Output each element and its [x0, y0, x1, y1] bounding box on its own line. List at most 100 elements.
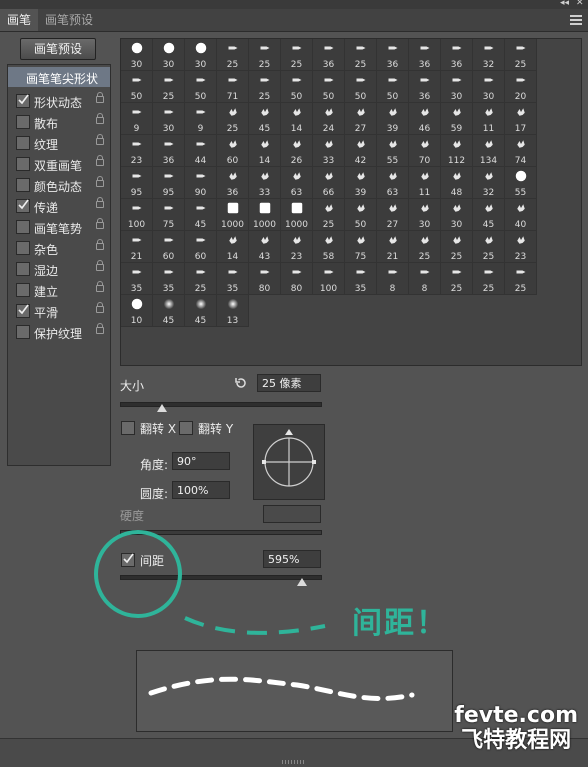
- brush-tip-cell[interactable]: 25: [505, 39, 537, 71]
- brush-tip-cell[interactable]: 45: [153, 295, 185, 327]
- brush-tip-cell[interactable]: 30: [185, 39, 217, 71]
- brush-tip-cell[interactable]: 74: [505, 135, 537, 167]
- sidebar-item-checkbox[interactable]: [16, 241, 30, 255]
- brush-tip-cell[interactable]: 46: [409, 103, 441, 135]
- brush-tip-cell[interactable]: 45: [473, 199, 505, 231]
- brush-tip-cell[interactable]: 80: [281, 263, 313, 295]
- sidebar-item-checkbox[interactable]: [16, 283, 30, 297]
- brush-tip-cell[interactable]: 32: [473, 167, 505, 199]
- brush-tip-cell[interactable]: 21: [377, 231, 409, 263]
- brush-tip-cell[interactable]: 25: [217, 103, 249, 135]
- brush-tip-cell[interactable]: 11: [409, 167, 441, 199]
- brush-tip-cell[interactable]: 63: [377, 167, 409, 199]
- brush-tip-cell[interactable]: 25: [473, 263, 505, 295]
- brush-tip-cell[interactable]: 25: [185, 263, 217, 295]
- size-slider-thumb[interactable]: [157, 404, 167, 412]
- brush-tip-cell[interactable]: 60: [185, 231, 217, 263]
- brush-tip-cell[interactable]: 45: [185, 199, 217, 231]
- brush-tip-cell[interactable]: 59: [441, 103, 473, 135]
- brush-tip-cell[interactable]: 13: [217, 295, 249, 327]
- tab-brush[interactable]: 画笔: [0, 9, 39, 31]
- resize-grip[interactable]: [282, 760, 306, 764]
- brush-tip-cell[interactable]: 14: [217, 231, 249, 263]
- brush-tip-cell[interactable]: 48: [441, 167, 473, 199]
- brush-tip-cell[interactable]: 60: [153, 231, 185, 263]
- lock-icon[interactable]: [96, 176, 104, 187]
- brush-tip-cell[interactable]: 39: [345, 167, 377, 199]
- brush-tip-cell[interactable]: 40: [505, 199, 537, 231]
- brush-tip-cell[interactable]: 25: [153, 71, 185, 103]
- brush-tip-cell[interactable]: 23: [281, 231, 313, 263]
- hardness-input[interactable]: [263, 505, 321, 523]
- brush-tip-cell[interactable]: 25: [313, 199, 345, 231]
- lock-icon[interactable]: [96, 134, 104, 145]
- brush-tip-cell[interactable]: 44: [185, 135, 217, 167]
- brush-tip-cell[interactable]: 25: [249, 71, 281, 103]
- tab-brush-presets[interactable]: 画笔预设: [38, 9, 100, 31]
- brush-tip-cell[interactable]: 95: [121, 167, 153, 199]
- sidebar-item-brush-tip-shape[interactable]: 画笔笔尖形状: [8, 67, 110, 87]
- brush-tip-cell[interactable]: 45: [185, 295, 217, 327]
- brush-tip-cell[interactable]: 25: [281, 39, 313, 71]
- brush-tip-cell[interactable]: 21: [121, 231, 153, 263]
- sidebar-item[interactable]: 颜色动态: [8, 175, 110, 195]
- brush-tip-cell[interactable]: 30: [441, 199, 473, 231]
- lock-icon[interactable]: [96, 239, 104, 250]
- brush-tip-cell[interactable]: 71: [217, 71, 249, 103]
- brush-tip-cell[interactable]: 30: [153, 103, 185, 135]
- sidebar-item-checkbox[interactable]: [16, 304, 30, 318]
- brush-tip-cell[interactable]: 36: [313, 39, 345, 71]
- brush-tip-cell[interactable]: 60: [217, 135, 249, 167]
- panel-menu-icon[interactable]: [570, 15, 582, 25]
- close-icon[interactable]: ✕: [576, 0, 584, 8]
- brush-tip-cell[interactable]: 33: [249, 167, 281, 199]
- sidebar-item[interactable]: 建立: [8, 280, 110, 300]
- brush-tip-cell[interactable]: 1000: [249, 199, 281, 231]
- sidebar-item[interactable]: 双重画笔: [8, 154, 110, 174]
- brush-tip-cell[interactable]: 112: [441, 135, 473, 167]
- sidebar-item-checkbox[interactable]: [16, 115, 30, 129]
- sidebar-item[interactable]: 杂色: [8, 238, 110, 258]
- brush-tip-cell[interactable]: 35: [217, 263, 249, 295]
- brush-tip-cell[interactable]: 32: [473, 39, 505, 71]
- brush-tip-cell[interactable]: 9: [121, 103, 153, 135]
- brush-tip-cell[interactable]: 36: [153, 135, 185, 167]
- brush-tip-cell[interactable]: 23: [505, 231, 537, 263]
- brush-tip-cell[interactable]: 50: [185, 71, 217, 103]
- lock-icon[interactable]: [96, 92, 104, 103]
- sidebar-item-checkbox[interactable]: [16, 220, 30, 234]
- brush-tip-cell[interactable]: 50: [313, 71, 345, 103]
- brush-tip-cell[interactable]: 95: [153, 167, 185, 199]
- brush-tip-cell[interactable]: 50: [281, 71, 313, 103]
- brush-tip-cell[interactable]: 25: [441, 263, 473, 295]
- brush-tip-cell[interactable]: 27: [345, 103, 377, 135]
- brush-tip-cell[interactable]: 75: [345, 231, 377, 263]
- brush-tip-cell[interactable]: 27: [377, 199, 409, 231]
- brush-tip-cell[interactable]: 30: [473, 71, 505, 103]
- sidebar-item-checkbox[interactable]: [16, 157, 30, 171]
- angle-roundness-widget[interactable]: [253, 424, 325, 500]
- reset-size-icon[interactable]: [234, 376, 248, 390]
- brush-tip-cell[interactable]: 25: [217, 39, 249, 71]
- lock-icon[interactable]: [96, 197, 104, 208]
- brush-tip-cell[interactable]: 8: [377, 263, 409, 295]
- brush-tip-cell[interactable]: 45: [249, 103, 281, 135]
- lock-icon[interactable]: [96, 155, 104, 166]
- brush-tip-cell[interactable]: 26: [281, 135, 313, 167]
- brush-tip-cell[interactable]: 10: [121, 295, 153, 327]
- brush-tip-cell[interactable]: 36: [409, 71, 441, 103]
- brush-tip-cell[interactable]: 23: [121, 135, 153, 167]
- brush-tip-cell[interactable]: 134: [473, 135, 505, 167]
- brush-tip-cell[interactable]: 14: [249, 135, 281, 167]
- brush-tip-cell[interactable]: 75: [153, 199, 185, 231]
- brush-tip-cell[interactable]: 30: [121, 39, 153, 71]
- brush-tip-cell[interactable]: 8: [409, 263, 441, 295]
- sidebar-item-checkbox[interactable]: [16, 199, 30, 213]
- brush-tip-cell[interactable]: 50: [121, 71, 153, 103]
- brush-tip-cell[interactable]: 25: [473, 231, 505, 263]
- size-input[interactable]: 25 像素: [257, 374, 321, 392]
- lock-icon[interactable]: [96, 218, 104, 229]
- lock-icon[interactable]: [96, 113, 104, 124]
- sidebar-item[interactable]: 画笔笔势: [8, 217, 110, 237]
- brush-tip-cell[interactable]: 63: [281, 167, 313, 199]
